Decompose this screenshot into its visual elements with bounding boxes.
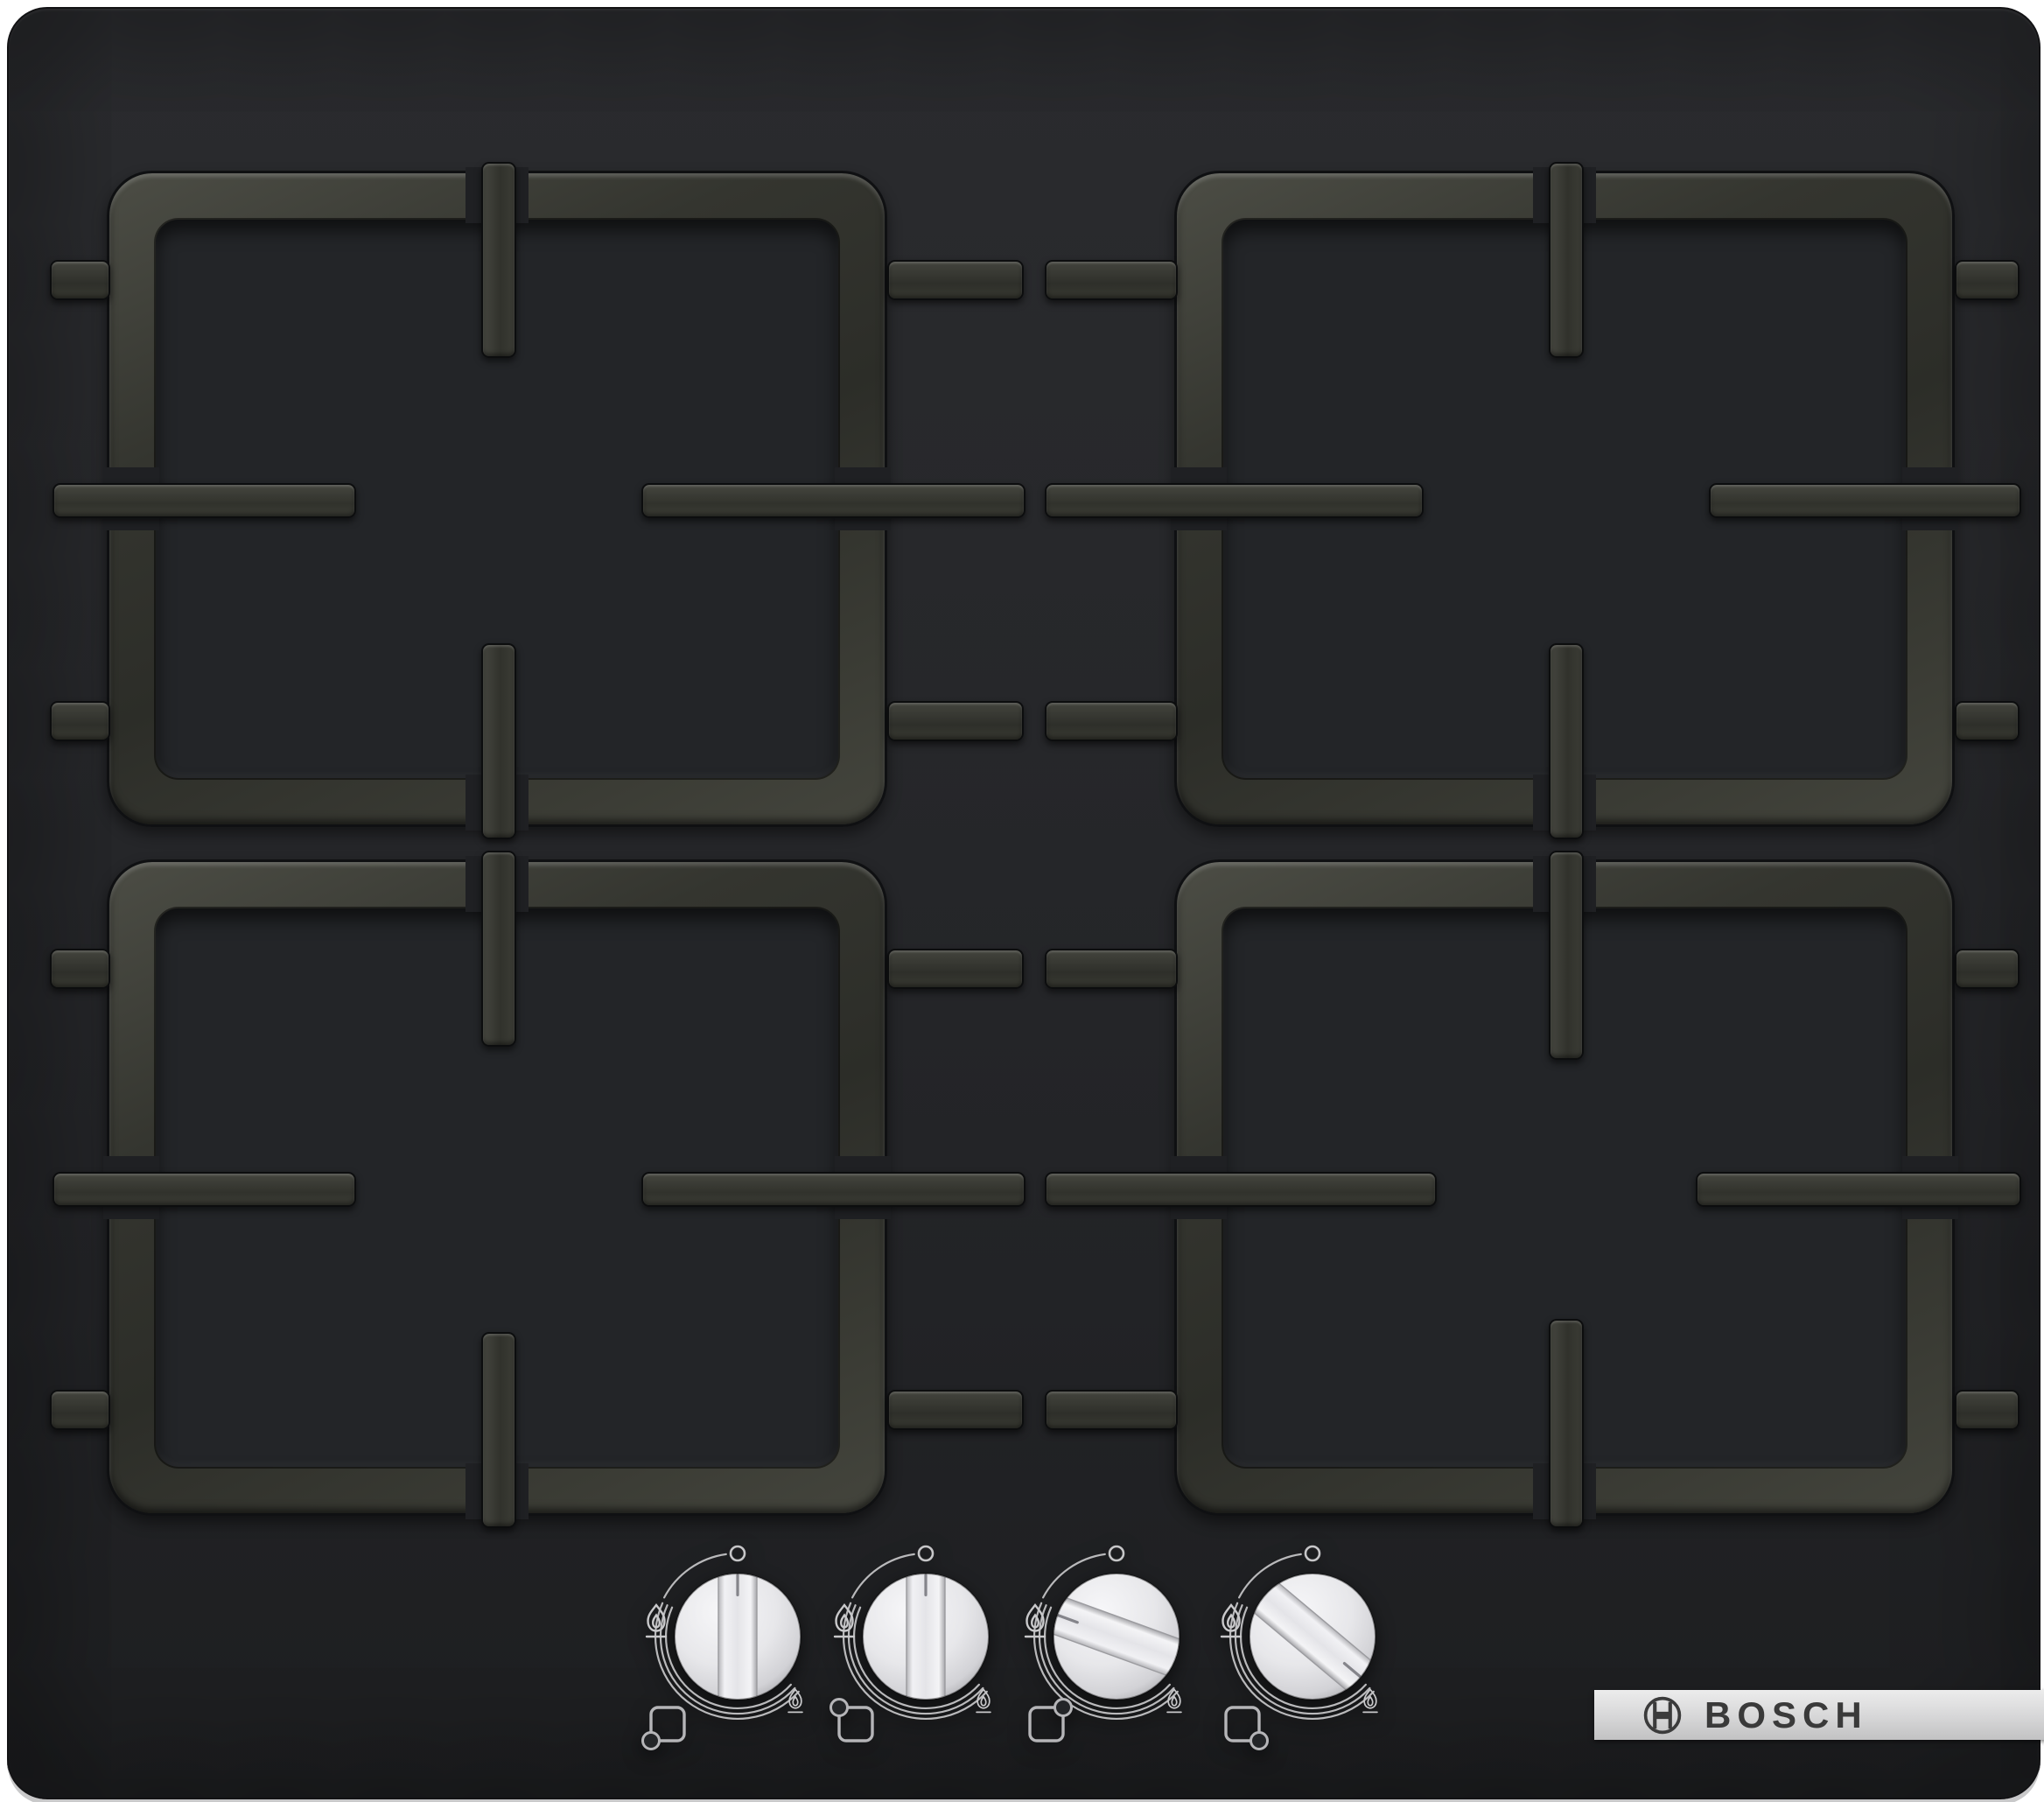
- control-knob-front-right[interactable]: [1172, 1497, 1452, 1777]
- burner-map-icon-front-right: [1226, 1707, 1268, 1749]
- pan-support-back-left: [107, 171, 887, 827]
- grate-side-tab: [1045, 260, 1178, 300]
- off-position-icon: [1110, 1546, 1124, 1560]
- grate-side-tab: [887, 949, 1024, 989]
- knob-pointer: [924, 1574, 927, 1596]
- pan-support-back-right: [1174, 171, 1955, 827]
- grate-finger: [1696, 1172, 2021, 1207]
- burner-map-icon-back-left: [831, 1700, 873, 1742]
- grate-side-tab: [1955, 949, 2020, 989]
- brand-logo-text: BOSCH: [1704, 1697, 1868, 1734]
- grate-finger: [1549, 1319, 1584, 1528]
- grate-finger: [481, 851, 516, 1047]
- grate-finger: [481, 1332, 516, 1528]
- bosch-logo-icon: [1642, 1694, 1684, 1736]
- brand-strip: BOSCH: [1594, 1690, 2044, 1740]
- grate-side-tab: [50, 701, 110, 741]
- grate-side-tab: [1045, 1390, 1178, 1430]
- product-photo-page: BOSCH: [0, 0, 2044, 1802]
- grate-finger: [1549, 851, 1584, 1060]
- grate-side-tab: [1955, 260, 2020, 300]
- knob-pointer: [736, 1574, 738, 1596]
- grate-finger: [1549, 162, 1584, 358]
- grate-finger: [641, 483, 1026, 518]
- grate-finger: [1045, 483, 1424, 518]
- grate-finger: [1045, 1172, 1437, 1207]
- gas-hob-surface: BOSCH: [7, 7, 2040, 1799]
- grate-finger: [52, 483, 356, 518]
- burner-map-icon-back-right: [1030, 1700, 1072, 1742]
- burner-map-icon-front-left: [643, 1707, 685, 1749]
- off-position-icon: [919, 1546, 933, 1560]
- grate-finger: [641, 1172, 1026, 1207]
- grate-side-tab: [887, 701, 1024, 741]
- pan-support-front-right: [1174, 859, 1955, 1516]
- grate-side-tab: [887, 260, 1024, 300]
- off-position-icon: [1306, 1546, 1320, 1560]
- off-position-icon: [731, 1546, 745, 1560]
- grate-finger: [1549, 643, 1584, 839]
- grate-side-tab: [50, 1390, 110, 1430]
- grate-finger: [1709, 483, 2021, 518]
- grate-finger: [481, 643, 516, 839]
- grate-side-tab: [1955, 701, 2020, 741]
- grate-finger: [52, 1172, 356, 1207]
- grate-side-tab: [1045, 949, 1178, 989]
- grate-finger: [481, 162, 516, 358]
- pan-support-front-left: [107, 859, 887, 1516]
- grate-side-tab: [887, 1390, 1024, 1430]
- grate-side-tab: [50, 949, 110, 989]
- grate-side-tab: [1955, 1390, 2020, 1430]
- grate-side-tab: [50, 260, 110, 300]
- grate-side-tab: [1045, 701, 1178, 741]
